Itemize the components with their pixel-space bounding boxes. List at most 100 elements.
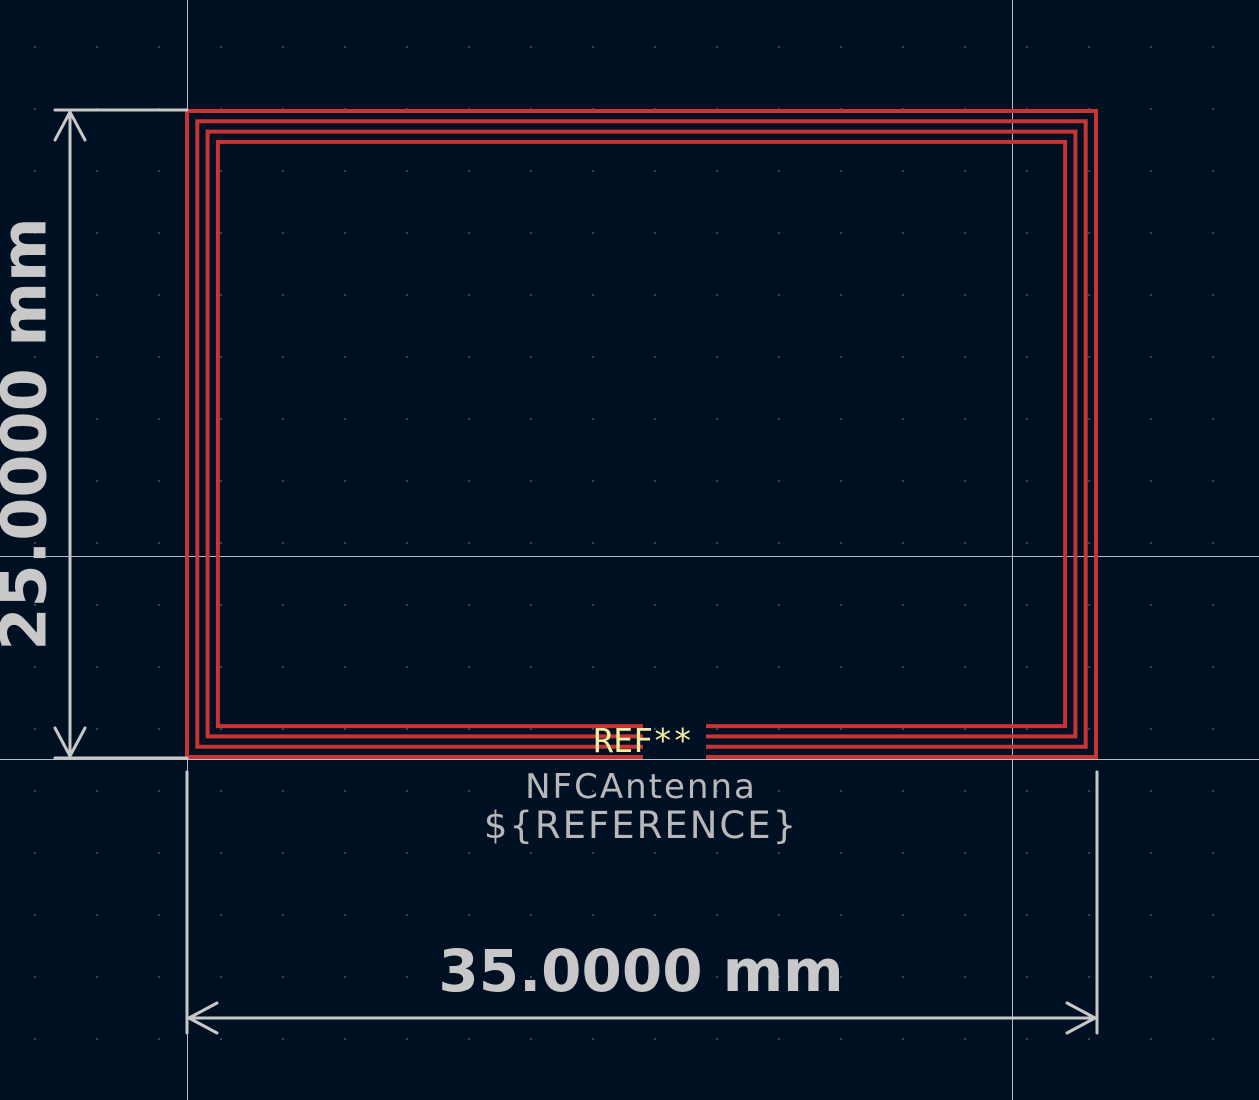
grid-dot	[282, 604, 284, 606]
grid-dot	[220, 604, 222, 606]
grid-dot	[220, 294, 222, 296]
grid-dot	[158, 1038, 160, 1040]
grid-dot	[530, 418, 532, 420]
grid-dot	[1212, 976, 1214, 978]
dimension-width-label: 35.0000 mm	[438, 937, 843, 1005]
footprint-value[interactable]: NFCAntenna	[525, 767, 757, 807]
grid-dot	[654, 914, 656, 916]
grid-dot	[778, 790, 780, 792]
grid-dot	[158, 542, 160, 544]
grid-dot	[530, 232, 532, 234]
grid-dot	[1212, 914, 1214, 916]
grid-dot	[902, 232, 904, 234]
grid-dot	[778, 852, 780, 854]
grid-dot	[592, 542, 594, 544]
grid-dot	[592, 604, 594, 606]
grid-dot	[1026, 1038, 1028, 1040]
grid-dot	[220, 914, 222, 916]
grid-dot	[468, 46, 470, 48]
grid-dot	[902, 976, 904, 978]
grid-dot	[592, 1038, 594, 1040]
grid-dot	[468, 914, 470, 916]
grid-dot	[344, 418, 346, 420]
grid-dot	[158, 418, 160, 420]
grid-dot	[1212, 852, 1214, 854]
grid-dot	[964, 666, 966, 668]
grid-dot	[468, 852, 470, 854]
grid-dot	[840, 728, 842, 730]
pcb-editor-canvas[interactable]: 25.0000 mm 35.0000 mm REF** NFCAntenna $…	[0, 0, 1259, 1100]
grid-dot	[220, 356, 222, 358]
grid-dot	[778, 418, 780, 420]
grid-dot	[530, 666, 532, 668]
grid-dot	[1088, 1038, 1090, 1040]
grid-dot	[468, 666, 470, 668]
grid-dot	[1088, 790, 1090, 792]
grid-dot	[964, 170, 966, 172]
grid-dot	[840, 604, 842, 606]
grid-dot	[964, 46, 966, 48]
grid-dot	[1026, 728, 1028, 730]
grid-dot	[778, 1038, 780, 1040]
grid-dot	[964, 728, 966, 730]
grid-dot	[902, 852, 904, 854]
grid-dot	[530, 294, 532, 296]
grid-dot	[1026, 46, 1028, 48]
grid-dot	[1150, 46, 1152, 48]
grid-dot	[1026, 232, 1028, 234]
grid-dot	[282, 852, 284, 854]
grid-dot	[716, 1038, 718, 1040]
grid-dot	[1212, 418, 1214, 420]
grid-dot	[1026, 852, 1028, 854]
grid-dot	[406, 480, 408, 482]
grid-dot	[344, 232, 346, 234]
grid-dot	[282, 46, 284, 48]
grid-dot	[902, 666, 904, 668]
grid-dot	[406, 46, 408, 48]
grid-dot	[282, 480, 284, 482]
grid-dot	[406, 604, 408, 606]
grid-dot	[96, 418, 98, 420]
grid-dot	[840, 294, 842, 296]
grid-dot	[344, 604, 346, 606]
grid-dot	[406, 914, 408, 916]
grid-dot	[1150, 108, 1152, 110]
grid-dot	[344, 852, 346, 854]
grid-dot	[96, 480, 98, 482]
grid-dot	[468, 790, 470, 792]
grid-dot	[964, 604, 966, 606]
grid-dot	[1026, 418, 1028, 420]
grid-dot	[1088, 852, 1090, 854]
grid-dot	[592, 852, 594, 854]
footprint-reference[interactable]: REF**	[593, 721, 692, 760]
grid-dot	[964, 480, 966, 482]
grid-dot	[468, 418, 470, 420]
grid-dot	[282, 914, 284, 916]
grid-dot	[1088, 666, 1090, 668]
grid-dot	[34, 666, 36, 668]
grid-dot	[406, 728, 408, 730]
grid-dot	[96, 728, 98, 730]
grid-dot	[406, 356, 408, 358]
grid-dot	[158, 666, 160, 668]
grid-dot	[1088, 976, 1090, 978]
grid-dot	[34, 976, 36, 978]
grid-dot	[158, 356, 160, 358]
grid-dot	[1088, 46, 1090, 48]
grid-dot	[282, 790, 284, 792]
grid-dot	[96, 976, 98, 978]
grid-dot	[1212, 1038, 1214, 1040]
grid-dot	[468, 232, 470, 234]
grid-dot	[158, 480, 160, 482]
grid-dot	[96, 232, 98, 234]
grid-dot	[1212, 666, 1214, 668]
grid-dot	[1150, 1038, 1152, 1040]
grid-dot	[654, 418, 656, 420]
grid-dot	[654, 1038, 656, 1040]
grid-dot	[282, 356, 284, 358]
grid-dot	[1150, 914, 1152, 916]
grid-dot	[220, 666, 222, 668]
grid-dot	[716, 666, 718, 668]
grid-dot	[1150, 790, 1152, 792]
footprint-fab-reference[interactable]: ${REFERENCE}	[484, 804, 798, 847]
